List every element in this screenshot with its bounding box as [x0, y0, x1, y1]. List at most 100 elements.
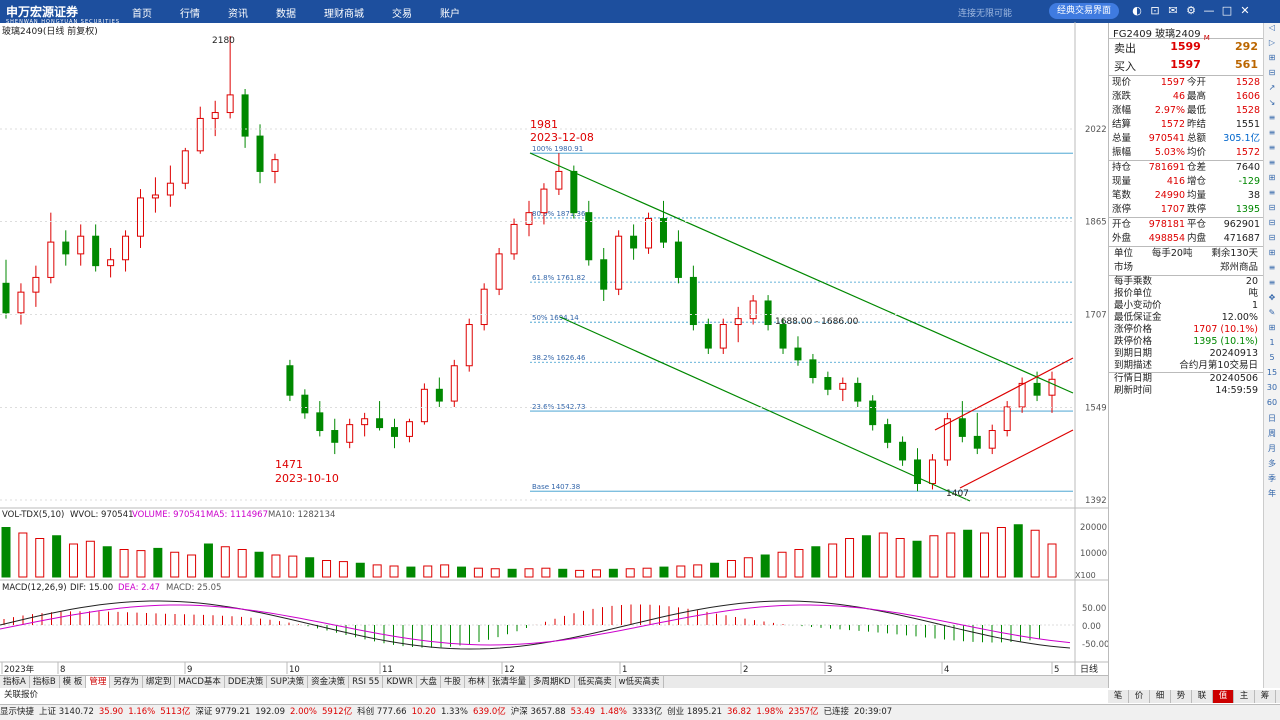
tab-template[interactable]: 模 板 — [60, 676, 87, 688]
tab-bind[interactable]: 绑定到 — [143, 676, 176, 688]
toolbar-btn[interactable]: 5 — [1264, 353, 1280, 368]
tab-rsi[interactable]: RSI 55 — [349, 676, 384, 688]
candle — [77, 224, 85, 266]
toolbar-btn[interactable]: ⊟ — [1264, 218, 1280, 233]
qtab-main[interactable]: 主 — [1234, 690, 1255, 703]
nav-trade[interactable]: 交易 — [392, 5, 412, 20]
toolbar-btn[interactable]: ≡ — [1264, 143, 1280, 158]
tab-sup[interactable]: SUP决策 — [267, 676, 309, 688]
status-item: 1.33% — [440, 707, 468, 717]
toolbar-btn[interactable]: ◁ — [1264, 23, 1280, 38]
toolbar-btn[interactable]: ⊞ — [1264, 248, 1280, 263]
screen-icon[interactable]: ⊡ — [1146, 4, 1164, 17]
volume-bar — [693, 564, 703, 578]
toolbar-btn[interactable]: ≡ — [1264, 263, 1280, 278]
volume-bar — [119, 549, 129, 578]
toolbar-btn[interactable]: 1 — [1264, 338, 1280, 353]
toolbar-btn[interactable]: 60 — [1264, 398, 1280, 413]
toolbar-btn[interactable]: ↘ — [1264, 98, 1280, 113]
unit-row: 单位 每手20吨 剩余130天 — [1114, 248, 1258, 259]
tab-w-low-buy[interactable]: w低买高卖 — [616, 676, 664, 688]
quote-row: 笔数 24990 均量 38 — [1112, 190, 1260, 201]
volume-bar — [288, 555, 298, 578]
qtab-price[interactable]: 价 — [1129, 690, 1150, 703]
status-item[interactable]: 显示快捷 — [0, 707, 34, 717]
period-button[interactable]: 日线 — [1080, 663, 1098, 675]
volume-bar — [187, 554, 197, 578]
nav-market[interactable]: 行情 — [180, 5, 200, 20]
chart-area[interactable]: 100% 1980.9123.6% 1542.73Base 1407.3880.… — [0, 22, 1108, 675]
tab-manage[interactable]: 管理 — [86, 676, 111, 688]
toolbar-btn[interactable]: ≡ — [1264, 158, 1280, 173]
close-icon[interactable]: ✕ — [1236, 4, 1254, 17]
toolbar-btn[interactable]: ⊞ — [1264, 53, 1280, 68]
nav-home[interactable]: 首页 — [132, 5, 152, 20]
toolbar-btn[interactable]: 月 — [1264, 443, 1280, 458]
nav-news[interactable]: 资讯 — [228, 5, 248, 20]
theme-icon[interactable]: ◐ — [1128, 4, 1146, 17]
tab-indicator-a[interactable]: 指标A — [0, 676, 30, 688]
tab-bull[interactable]: 牛股 — [441, 676, 465, 688]
qtab-ticks[interactable]: 笔 — [1108, 690, 1129, 703]
tab-kdwr[interactable]: KDWR — [383, 676, 417, 688]
toolbar-btn[interactable]: 15 — [1264, 368, 1280, 383]
candle — [2, 259, 10, 319]
volume-bar — [85, 540, 95, 578]
toolbar-btn[interactable]: ↗ — [1264, 83, 1280, 98]
tab-macd[interactable]: MACD基本 — [175, 676, 225, 688]
maximize-icon[interactable]: □ — [1218, 4, 1236, 17]
tab-fund[interactable]: 资金决策 — [308, 676, 350, 688]
tab-kd[interactable]: 多周期KD — [530, 676, 575, 688]
tab-save-as[interactable]: 另存为 — [110, 676, 143, 688]
tab-boll[interactable]: 布林 — [465, 676, 489, 688]
classic-trade-button[interactable]: 经典交易界面 — [1049, 3, 1119, 19]
volume-bar — [878, 532, 888, 578]
toolbar-btn[interactable]: ⊟ — [1264, 233, 1280, 248]
toolbar-btn[interactable]: ⊟ — [1264, 203, 1280, 218]
tab-dde[interactable]: DDE决策 — [225, 676, 268, 688]
toolbar-btn[interactable]: 年 — [1264, 488, 1280, 503]
related-quote-button[interactable]: 关联报价 — [0, 689, 160, 702]
tab-index[interactable]: 大盘 — [417, 676, 441, 688]
ask-row: 卖出 1599 292 — [1114, 40, 1258, 55]
tab-indicator-b[interactable]: 指标B — [30, 676, 60, 688]
toolbar-btn[interactable]: 30 — [1264, 383, 1280, 398]
toolbar-btn[interactable]: 季 — [1264, 473, 1280, 488]
toolbar-btn[interactable]: ≡ — [1264, 128, 1280, 143]
toolbar-btn[interactable]: 日 — [1264, 413, 1280, 428]
toolbar-btn[interactable]: ⊞ — [1264, 323, 1280, 338]
qtab-trend[interactable]: 势 — [1171, 690, 1192, 703]
volume-bar — [423, 565, 433, 578]
nav-account[interactable]: 账户 — [440, 5, 460, 20]
fib-label: Base 1407.38 — [532, 483, 580, 491]
mail-icon[interactable]: ✉ — [1164, 4, 1182, 17]
tab-volume[interactable]: 张清华量 — [489, 676, 530, 688]
toolbar-btn[interactable]: ⊟ — [1264, 68, 1280, 83]
status-bar: 显示快捷 上证 3140.72 35.90 1.16% 5113亿 深证 9779.21 1… — [0, 704, 1280, 720]
toolbar-btn[interactable]: 多 — [1264, 458, 1280, 473]
toolbar-btn[interactable]: ≡ — [1264, 188, 1280, 203]
qtab-chips[interactable]: 筹 — [1255, 690, 1276, 703]
toolbar-btn[interactable]: ✎ — [1264, 308, 1280, 323]
qtab-detail[interactable]: 细 — [1150, 690, 1171, 703]
qtab-value[interactable]: 值 — [1213, 690, 1234, 703]
nav-data[interactable]: 数据 — [276, 5, 296, 20]
status-item: 已连接 — [823, 707, 850, 717]
qtab-link[interactable]: 联 — [1192, 690, 1213, 703]
tab-low-buy[interactable]: 低买高卖 — [575, 676, 616, 688]
nav-wealth[interactable]: 理财商城 — [324, 5, 364, 20]
toolbar-btn[interactable]: ✥ — [1264, 293, 1280, 308]
candle — [510, 218, 518, 260]
toolbar-btn[interactable]: 周 — [1264, 428, 1280, 443]
volume-panel: VOL-TDX(5,10) WVOL: 970541 VOLUME: 97054… — [1, 510, 1107, 580]
settings-icon[interactable]: ⚙ — [1182, 4, 1200, 17]
minimize-icon[interactable]: — — [1200, 4, 1218, 17]
toolbar-btn[interactable]: ≡ — [1264, 113, 1280, 128]
toolbar-btn[interactable]: ▷ — [1264, 38, 1280, 53]
macd-value: MACD: 25.05 — [166, 583, 221, 593]
volume-bar — [912, 540, 922, 578]
chart-title: 玻璃2409(日线 前复权) — [2, 27, 98, 37]
toolbar-btn[interactable]: ≡ — [1264, 278, 1280, 293]
status-item: 科创 777.66 — [357, 707, 407, 717]
toolbar-btn[interactable]: ⊞ — [1264, 173, 1280, 188]
